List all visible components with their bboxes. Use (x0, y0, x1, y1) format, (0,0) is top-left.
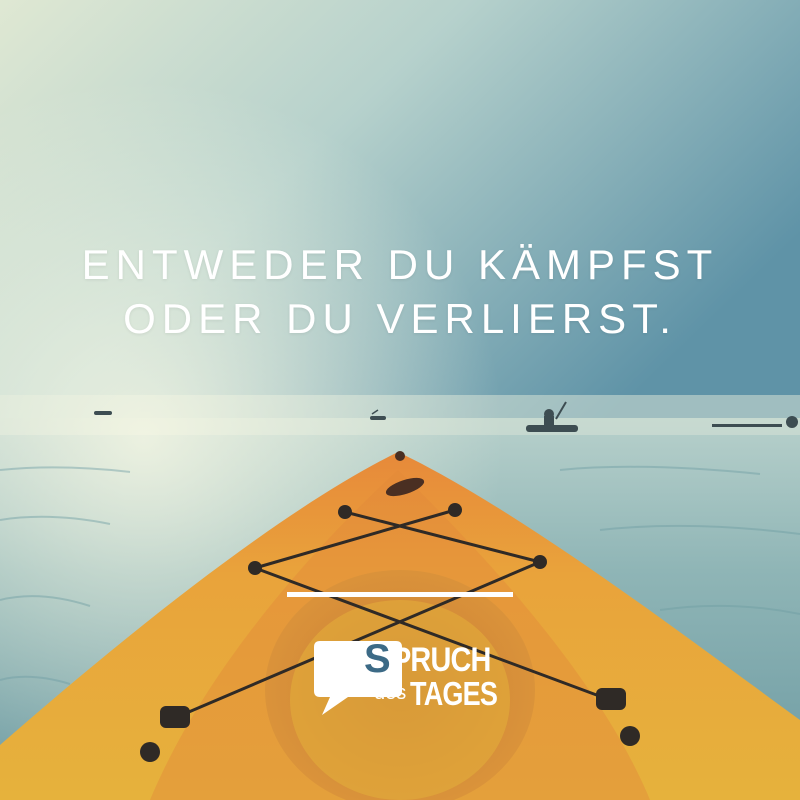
quote-image: ENTWEDER DU KÄMPFST ODER DU VERLIERST. S… (0, 0, 800, 800)
spruch-des-tages-logo: S PRUCH des TAGES (312, 637, 498, 717)
logo-word-des: des (374, 682, 407, 704)
logo-word-spruch: PRUCH (392, 641, 491, 679)
quote-text: ENTWEDER DU KÄMPFST ODER DU VERLIERST. (0, 238, 800, 346)
divider-line (287, 592, 513, 597)
quote-line-1: ENTWEDER DU KÄMPFST (81, 241, 719, 288)
logo-word-tages: TAGES (410, 675, 498, 712)
logo-letter-s: S (364, 637, 391, 681)
quote-line-2: ODER DU VERLIERST. (123, 295, 677, 342)
